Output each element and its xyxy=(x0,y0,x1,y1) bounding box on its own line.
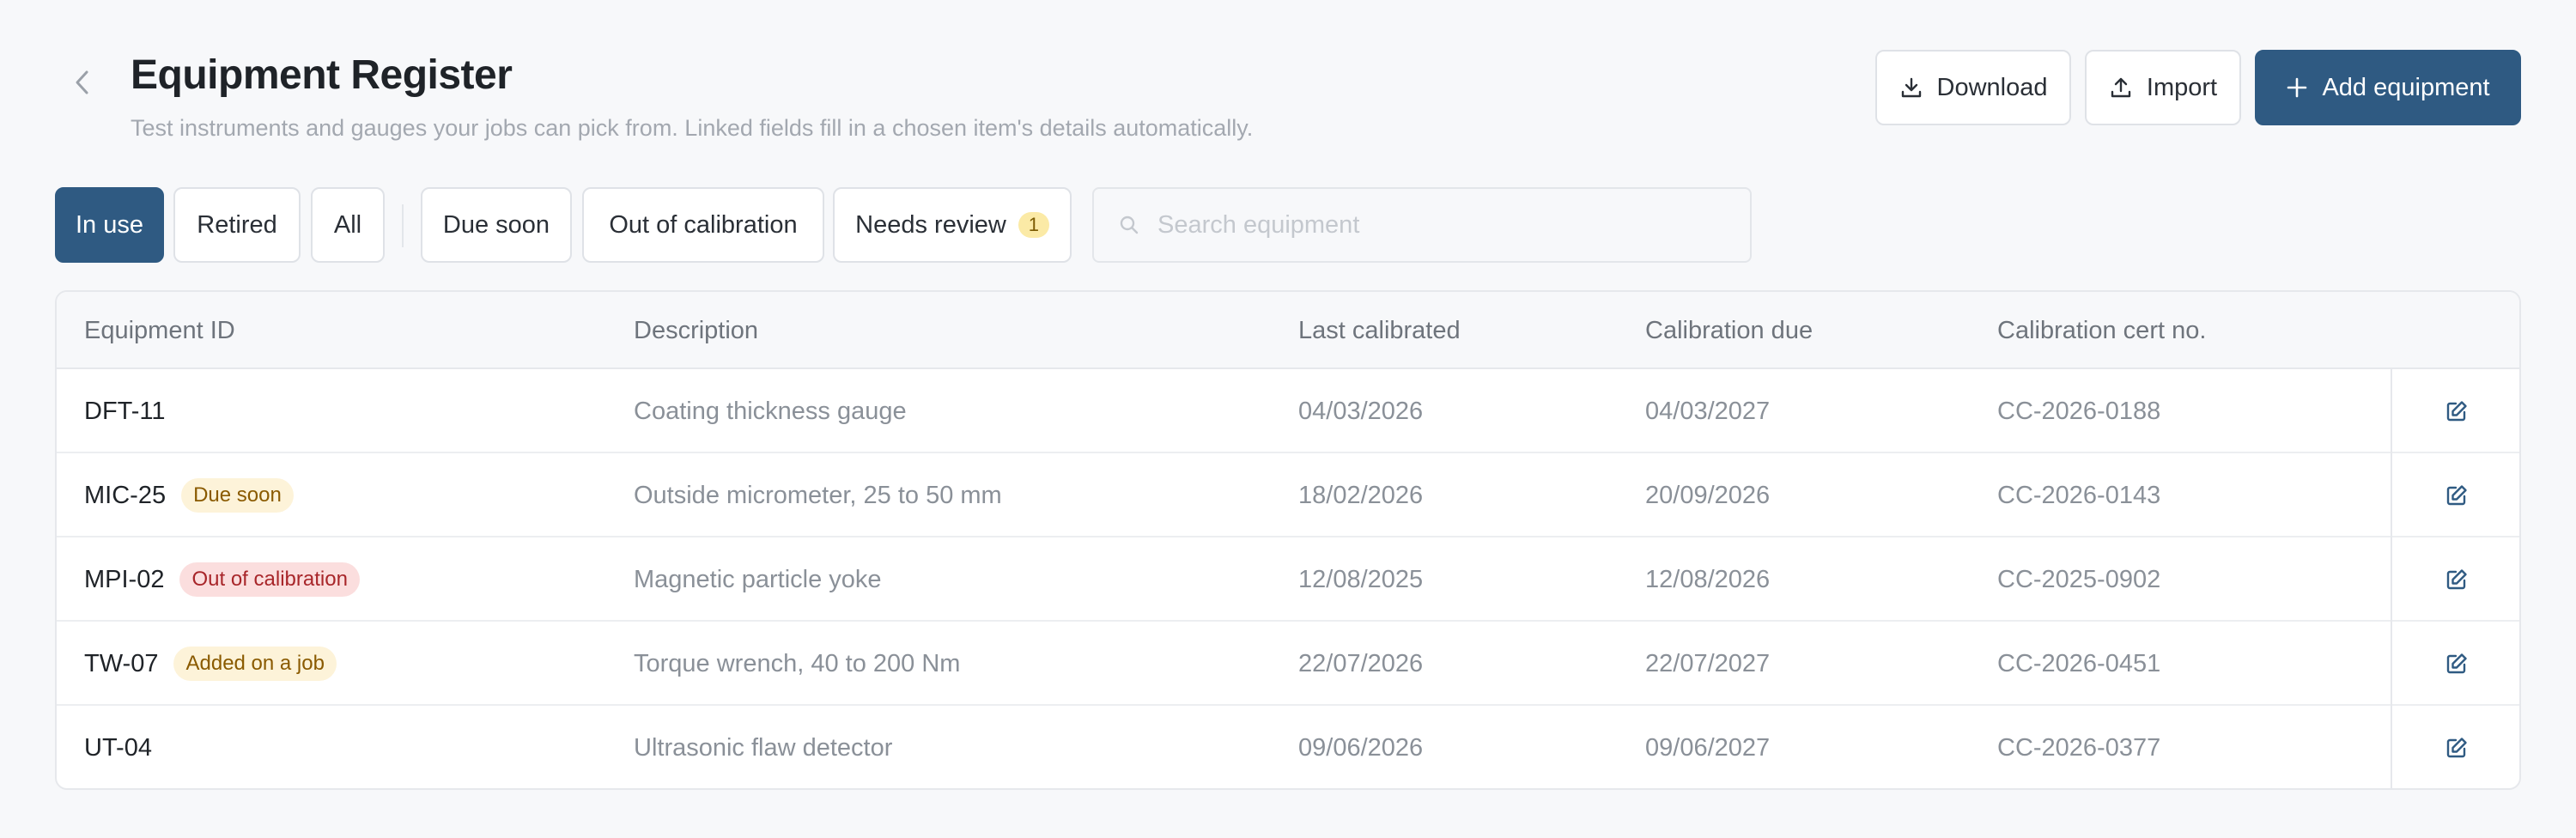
calibration-due-cell: 12/08/2026 xyxy=(1645,565,1771,593)
cert-no-cell: CC-2025-0902 xyxy=(1997,565,2161,593)
import-button[interactable]: Import xyxy=(2085,50,2241,125)
filter-all-label: All xyxy=(333,210,362,239)
plus-icon xyxy=(2287,77,2307,98)
calibration-due-cell: 09/06/2027 xyxy=(1645,733,1771,762)
equipment-id-cell: MIC-25 Due soon xyxy=(84,453,294,537)
chevron-left-icon xyxy=(76,70,88,94)
equipment-id-cell: UT-04 xyxy=(84,706,152,788)
edit-button[interactable] xyxy=(2391,369,2519,453)
last-calibrated-cell: 12/08/2025 xyxy=(1298,565,1424,593)
filter-due-soon[interactable]: Due soon xyxy=(421,187,572,263)
edit-button[interactable] xyxy=(2391,706,2519,788)
out-of-calibration-badge: Out of calibration xyxy=(179,562,360,597)
last-calibrated-cell: 18/02/2026 xyxy=(1298,481,1424,509)
table-row[interactable]: MPI-02 Out of calibration Magnetic parti… xyxy=(57,537,2519,622)
equipment-table: Equipment ID Description Last calibrated… xyxy=(55,290,2521,790)
filter-in-use-label: In use xyxy=(76,210,143,239)
edit-icon xyxy=(2446,738,2467,758)
description-cell: Magnetic particle yoke xyxy=(634,565,882,593)
download-label: Download xyxy=(1936,73,2048,101)
due-soon-badge: Due soon xyxy=(181,478,294,513)
edit-button[interactable] xyxy=(2391,453,2519,537)
equipment-id: UT-04 xyxy=(84,733,152,762)
description-cell: Coating thickness gauge xyxy=(634,397,907,425)
edit-button[interactable] xyxy=(2391,622,2519,706)
back-button[interactable] xyxy=(62,62,103,103)
calibration-due-cell: 22/07/2027 xyxy=(1645,649,1771,677)
equipment-id-cell: TW-07 Added on a job xyxy=(84,622,337,706)
column-header-calibration-due[interactable]: Calibration due xyxy=(1645,292,1813,369)
column-header-equipment-id[interactable]: Equipment ID xyxy=(84,292,235,369)
last-calibrated-cell: 22/07/2026 xyxy=(1298,649,1424,677)
filter-retired[interactable]: Retired xyxy=(173,187,301,263)
last-calibrated-cell: 09/06/2026 xyxy=(1298,733,1424,762)
table-row[interactable]: DFT-11 Coating thickness gauge 04/03/202… xyxy=(57,369,2519,453)
filter-out-of-calibration-label: Out of calibration xyxy=(609,210,798,239)
calibration-due-cell: 04/03/2027 xyxy=(1645,397,1771,425)
page-title: Equipment Register xyxy=(131,52,513,98)
description-cell: Torque wrench, 40 to 200 Nm xyxy=(634,649,961,677)
add-equipment-label: Add equipment xyxy=(2322,73,2490,101)
filter-divider xyxy=(402,204,404,247)
description-cell: Outside micrometer, 25 to 50 mm xyxy=(634,481,1002,509)
edit-icon xyxy=(2446,485,2467,506)
filter-out-of-calibration[interactable]: Out of calibration xyxy=(582,187,824,263)
equipment-id-cell: DFT-11 xyxy=(84,369,166,453)
column-header-last-calibrated[interactable]: Last calibrated xyxy=(1298,292,1461,369)
equipment-id: TW-07 xyxy=(84,649,159,677)
edit-icon xyxy=(2446,401,2467,422)
filter-due-soon-label: Due soon xyxy=(442,210,550,239)
calibration-due-cell: 20/09/2026 xyxy=(1645,481,1771,509)
last-calibrated-cell: 04/03/2026 xyxy=(1298,397,1424,425)
table-row[interactable]: MIC-25 Due soon Outside micrometer, 25 t… xyxy=(57,453,2519,537)
description-cell: Ultrasonic flaw detector xyxy=(634,733,893,762)
download-icon xyxy=(1901,77,1921,98)
column-header-description[interactable]: Description xyxy=(634,292,758,369)
table-row[interactable]: TW-07 Added on a job Torque wrench, 40 t… xyxy=(57,622,2519,706)
filter-retired-label: Retired xyxy=(197,210,277,239)
import-label: Import xyxy=(2146,73,2218,101)
filter-needs-review[interactable]: Needs review 1 xyxy=(833,187,1072,263)
added-on-a-job-badge: Added on a job xyxy=(173,647,337,681)
edit-button[interactable] xyxy=(2391,537,2519,622)
add-equipment-button[interactable]: Add equipment xyxy=(2255,50,2521,125)
column-header-calibration-cert-no[interactable]: Calibration cert no. xyxy=(1997,292,2206,369)
edit-icon xyxy=(2446,653,2467,674)
cert-no-cell: CC-2026-0377 xyxy=(1997,733,2161,762)
search-input[interactable] xyxy=(1157,210,1750,240)
page-subtitle: Test instruments and gauges your jobs ca… xyxy=(131,115,1254,141)
filter-in-use[interactable]: In use xyxy=(55,187,164,263)
needs-review-count-badge: 1 xyxy=(1018,212,1049,238)
upload-icon xyxy=(2111,77,2131,98)
search-box[interactable] xyxy=(1092,187,1752,263)
table-row[interactable]: UT-04 Ultrasonic flaw detector 09/06/202… xyxy=(57,706,2519,788)
cert-no-cell: CC-2026-0451 xyxy=(1997,649,2161,677)
filter-needs-review-label: Needs review xyxy=(855,210,1006,239)
equipment-id: MIC-25 xyxy=(84,481,167,509)
filter-all[interactable]: All xyxy=(311,187,385,263)
download-button[interactable]: Download xyxy=(1875,50,2071,125)
cert-no-cell: CC-2026-0188 xyxy=(1997,397,2161,425)
equipment-id: MPI-02 xyxy=(84,565,165,593)
equipment-id: DFT-11 xyxy=(84,397,166,425)
edit-icon xyxy=(2446,569,2467,590)
table-header: Equipment ID Description Last calibrated… xyxy=(57,292,2519,369)
cert-no-cell: CC-2026-0143 xyxy=(1997,481,2161,509)
equipment-id-cell: MPI-02 Out of calibration xyxy=(84,537,360,622)
search-icon xyxy=(1120,216,1139,234)
